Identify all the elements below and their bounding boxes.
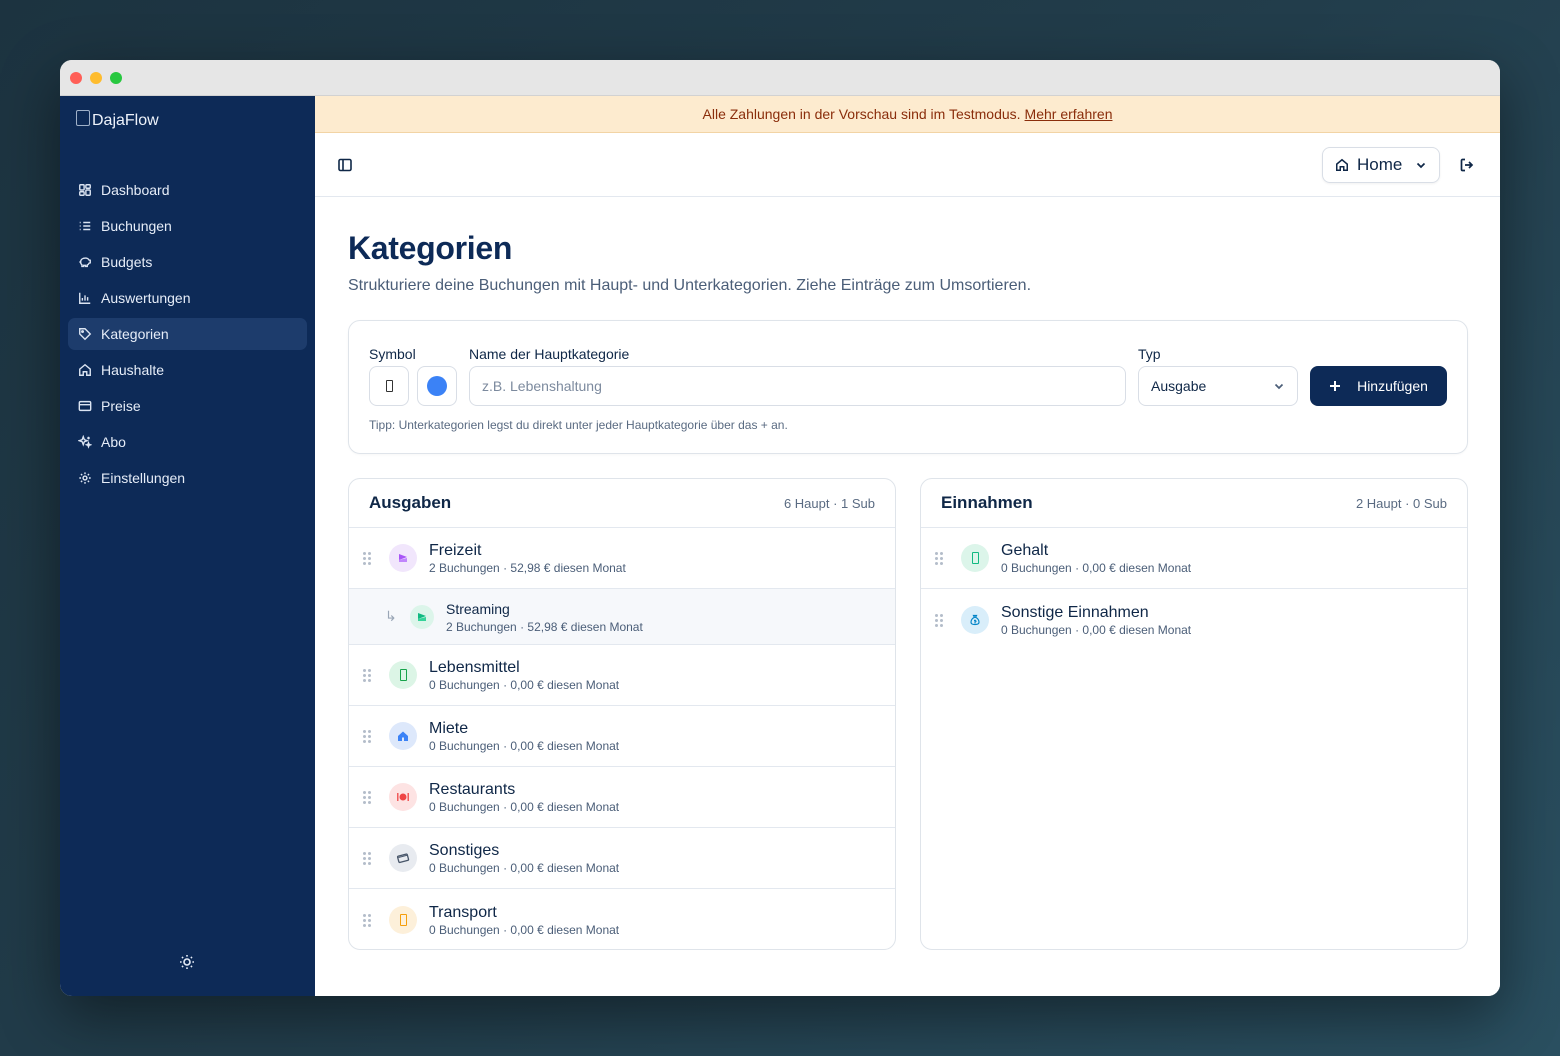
household-select[interactable]: Home — [1322, 147, 1440, 183]
top-bar: Home — [315, 133, 1500, 197]
drag-handle-icon[interactable] — [363, 852, 371, 865]
tag-icon — [79, 328, 92, 341]
color-picker-button[interactable] — [417, 366, 457, 406]
symbol-picker-button[interactable] — [369, 366, 409, 406]
add-category-button[interactable]: Hinzufügen — [1310, 366, 1447, 406]
expenses-card: Ausgaben 6 Haupt · 1 Sub Freizeit 2 Buch… — [348, 478, 896, 950]
expenses-header: Ausgaben 6 Haupt · 1 Sub — [349, 479, 895, 528]
test-mode-banner: Alle Zahlungen in der Vorschau sind im T… — [315, 96, 1500, 133]
expenses-count: 6 Haupt · 1 Sub — [783, 495, 875, 511]
drag-handle-icon[interactable] — [935, 613, 943, 627]
panel-left-icon — [338, 158, 352, 172]
sidebar-item-auswertungen[interactable]: Auswertungen — [68, 282, 307, 314]
symbol-label: Symbol — [369, 346, 416, 362]
money-bag-icon — [961, 605, 989, 634]
sidebar: DajaFlow Dashboard Buchungen Budgets Aus… — [60, 96, 315, 996]
house-icon — [389, 722, 417, 750]
plus-icon — [1330, 381, 1341, 391]
main-area: Alle Zahlungen in der Vorschau sind im T… — [315, 96, 1500, 996]
sidebar-item-einstellungen[interactable]: Einstellungen — [68, 462, 307, 494]
clapper-icon — [410, 604, 434, 629]
logout-button[interactable] — [1459, 157, 1475, 173]
sidebar-item-kategorien[interactable]: Kategorien — [68, 318, 307, 350]
income-header: Einnahmen 2 Haupt · 0 Sub — [921, 479, 1467, 528]
window-titlebar — [60, 60, 1500, 96]
placeholder-glyph-icon — [385, 380, 393, 392]
category-row-transport[interactable]: Transport 0 Buchungen · 0,00 € diesen Mo… — [349, 889, 895, 949]
maximize-window-button[interactable] — [110, 71, 122, 84]
expenses-title: Ausgaben — [369, 493, 452, 512]
placeholder-glyph-icon — [389, 661, 417, 689]
category-row-restaurants[interactable]: Restaurants 0 Buchungen · 0,00 € diesen … — [349, 767, 895, 828]
sidebar-item-abo[interactable]: Abo — [68, 426, 307, 458]
page-subtitle: Strukturiere deine Buchungen mit Haupt- … — [348, 277, 1032, 294]
type-label: Typ — [1138, 346, 1161, 362]
list-icon — [79, 221, 91, 231]
placeholder-glyph-icon — [389, 905, 417, 934]
drag-handle-icon[interactable] — [363, 669, 371, 682]
form-tip: Tipp: Unterkategorien legst du direkt un… — [369, 418, 788, 432]
minimize-window-button[interactable] — [90, 71, 102, 84]
plate-cutlery-icon — [389, 783, 417, 811]
page-content: Kategorien Strukturiere deine Buchungen … — [315, 197, 1500, 950]
sidebar-toggle-button[interactable] — [337, 157, 353, 173]
category-row-freizeit[interactable]: Freizeit 2 Buchungen · 52,98 € diesen Mo… — [349, 528, 895, 589]
bar-chart-icon — [79, 292, 91, 304]
home-icon — [79, 363, 91, 376]
credit-card-icon — [78, 400, 92, 412]
chevron-down-icon — [1416, 162, 1426, 169]
income-card: Einnahmen 2 Haupt · 0 Sub Gehalt 0 Buchu… — [920, 478, 1468, 950]
sidebar-item-buchungen[interactable]: Buchungen — [68, 210, 307, 242]
sub-arrow-icon: ↳ — [385, 608, 397, 624]
drag-handle-icon[interactable] — [363, 552, 371, 565]
broken-image-icon — [76, 110, 90, 126]
sidebar-item-preise[interactable]: Preise — [68, 390, 307, 422]
category-row-sonstige-einnahmen[interactable]: Sonstige Einnahmen 0 Buchungen · 0,00 € … — [921, 589, 1467, 650]
app-window: DajaFlow Dashboard Buchungen Budgets Aus… — [60, 60, 1500, 996]
name-label: Name der Hauptkategorie — [469, 346, 630, 362]
clapper-icon — [389, 544, 417, 572]
type-select[interactable]: Ausgabe — [1138, 366, 1298, 406]
category-name-input[interactable] — [469, 366, 1126, 406]
color-swatch — [427, 376, 447, 396]
learn-more-link[interactable]: Mehr erfahren — [1025, 106, 1113, 122]
sun-icon — [180, 955, 194, 969]
category-row-sonstiges[interactable]: Sonstiges 0 Buchungen · 0,00 € diesen Mo… — [349, 828, 895, 889]
logout-icon — [1460, 158, 1474, 172]
sidebar-item-haushalte[interactable]: Haushalte — [68, 354, 307, 386]
income-count: 2 Haupt · 0 Sub — [1355, 495, 1447, 511]
app-logo[interactable]: DajaFlow — [76, 110, 159, 130]
sidebar-item-dashboard[interactable]: Dashboard — [68, 174, 307, 206]
category-row-miete[interactable]: Miete 0 Buchungen · 0,00 € diesen Monat — [349, 706, 895, 767]
drag-handle-icon[interactable] — [363, 791, 371, 804]
drag-handle-icon[interactable] — [935, 552, 943, 565]
subcategory-row-streaming[interactable]: ↳ Streaming 2 Buchungen · 52,98 € diesen… — [349, 589, 895, 645]
page-title: Kategorien — [348, 230, 513, 266]
drag-handle-icon[interactable] — [363, 913, 371, 927]
sparkles-icon — [78, 435, 92, 449]
income-title: Einnahmen — [941, 493, 1033, 512]
card-icon — [389, 844, 417, 872]
category-columns: Ausgaben 6 Haupt · 1 Sub Freizeit 2 Buch… — [348, 478, 1468, 950]
chevron-down-icon — [1274, 383, 1284, 390]
drag-handle-icon[interactable] — [363, 730, 371, 743]
home-icon — [1336, 158, 1348, 171]
theme-toggle-button[interactable] — [179, 954, 197, 972]
close-window-button[interactable] — [70, 71, 82, 84]
placeholder-glyph-icon — [961, 544, 989, 572]
sidebar-nav: Dashboard Buchungen Budgets Auswertungen… — [68, 174, 307, 498]
gear-icon — [79, 472, 91, 484]
dashboard-icon — [79, 184, 91, 196]
category-row-lebensmittel[interactable]: Lebensmittel 0 Buchungen · 0,00 € diesen… — [349, 645, 895, 706]
category-row-gehalt[interactable]: Gehalt 0 Buchungen · 0,00 € diesen Monat — [921, 528, 1467, 589]
add-category-form: Symbol Name der Hauptkategorie Typ Ausga… — [348, 320, 1468, 454]
sidebar-item-budgets[interactable]: Budgets — [68, 246, 307, 278]
piggy-bank-icon — [79, 257, 91, 268]
